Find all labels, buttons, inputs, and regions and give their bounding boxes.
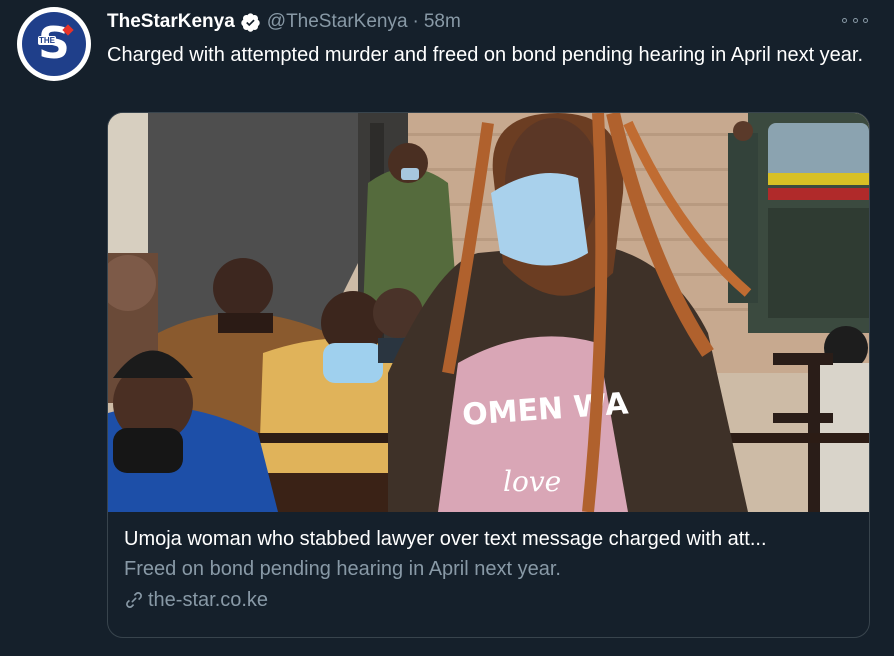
tweet-text: Charged with attempted murder and freed … (107, 44, 864, 66)
card-title[interactable]: Umoja woman who stabbed lawyer over text… (124, 524, 854, 554)
tweet[interactable]: S THE TheStarKenya @TheStarKenya · 58m C… (0, 0, 894, 656)
verified-badge-icon (241, 12, 260, 32)
timestamp[interactable]: 58m (424, 11, 461, 33)
card-text[interactable]: Umoja woman who stabbed lawyer over text… (124, 524, 854, 616)
card-domain-text: the-star.co.ke (148, 589, 269, 611)
more-dot (863, 17, 868, 23)
link-icon (126, 592, 142, 608)
avatar-logo-small-text: THE (38, 36, 56, 45)
handle[interactable]: @TheStarKenya (267, 11, 408, 33)
shirt-print-script: love (503, 465, 561, 498)
separator-dot: · (412, 11, 419, 32)
tweet-header: TheStarKenya @TheStarKenya · 58m (107, 9, 461, 35)
card-photo: OMEN WA love (108, 113, 869, 512)
display-name[interactable]: TheStarKenya (107, 11, 235, 33)
more-options-icon[interactable] (842, 11, 868, 29)
card-description: Freed on bond pending hearing in April n… (124, 558, 561, 580)
card-image[interactable]: OMEN WA love (108, 113, 869, 512)
link-card[interactable]: OMEN WA love Umoja woman who stabbed law… (107, 112, 870, 638)
more-dot (852, 17, 858, 23)
card-domain[interactable]: the-star.co.ke (124, 584, 854, 616)
more-dot (842, 17, 847, 23)
avatar-logo: S THE (22, 12, 86, 76)
avatar[interactable]: S THE (17, 7, 91, 81)
